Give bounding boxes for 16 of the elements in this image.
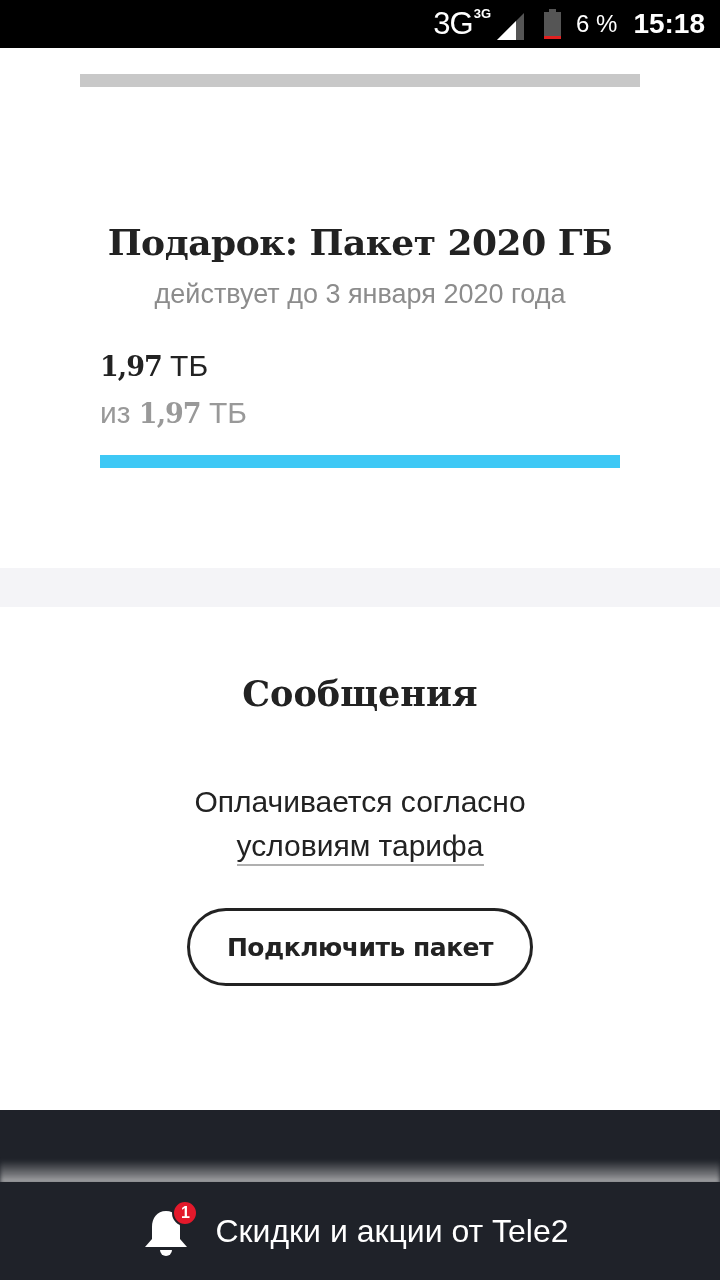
network-type-superscript: 3G	[473, 7, 491, 21]
notification-badge: 1	[172, 1200, 199, 1226]
clock: 15:18	[633, 8, 705, 40]
total-amount: из 1,97 ТБ	[100, 395, 247, 431]
remaining-amount: 1,97 ТБ	[100, 348, 209, 384]
package-validity: действует до 3 января 2020 года	[154, 278, 566, 311]
network-type: 3G	[433, 7, 473, 41]
tariff-link[interactable]: условиям тарифа	[236, 829, 484, 866]
battery-icon	[544, 9, 561, 39]
tariff-note: Оплачивается согласно условиям тарифа	[90, 780, 630, 868]
section-title: Сообщения	[242, 672, 478, 716]
battery-percent: 6 %	[576, 10, 618, 38]
notification-text: Скидки и акции от Tele2	[215, 1212, 569, 1250]
connect-package-button[interactable]: Подключить пакет	[187, 908, 533, 986]
package-title: Подарок: Пакет 2020 ГБ	[107, 220, 613, 265]
signal-icon	[497, 13, 524, 40]
